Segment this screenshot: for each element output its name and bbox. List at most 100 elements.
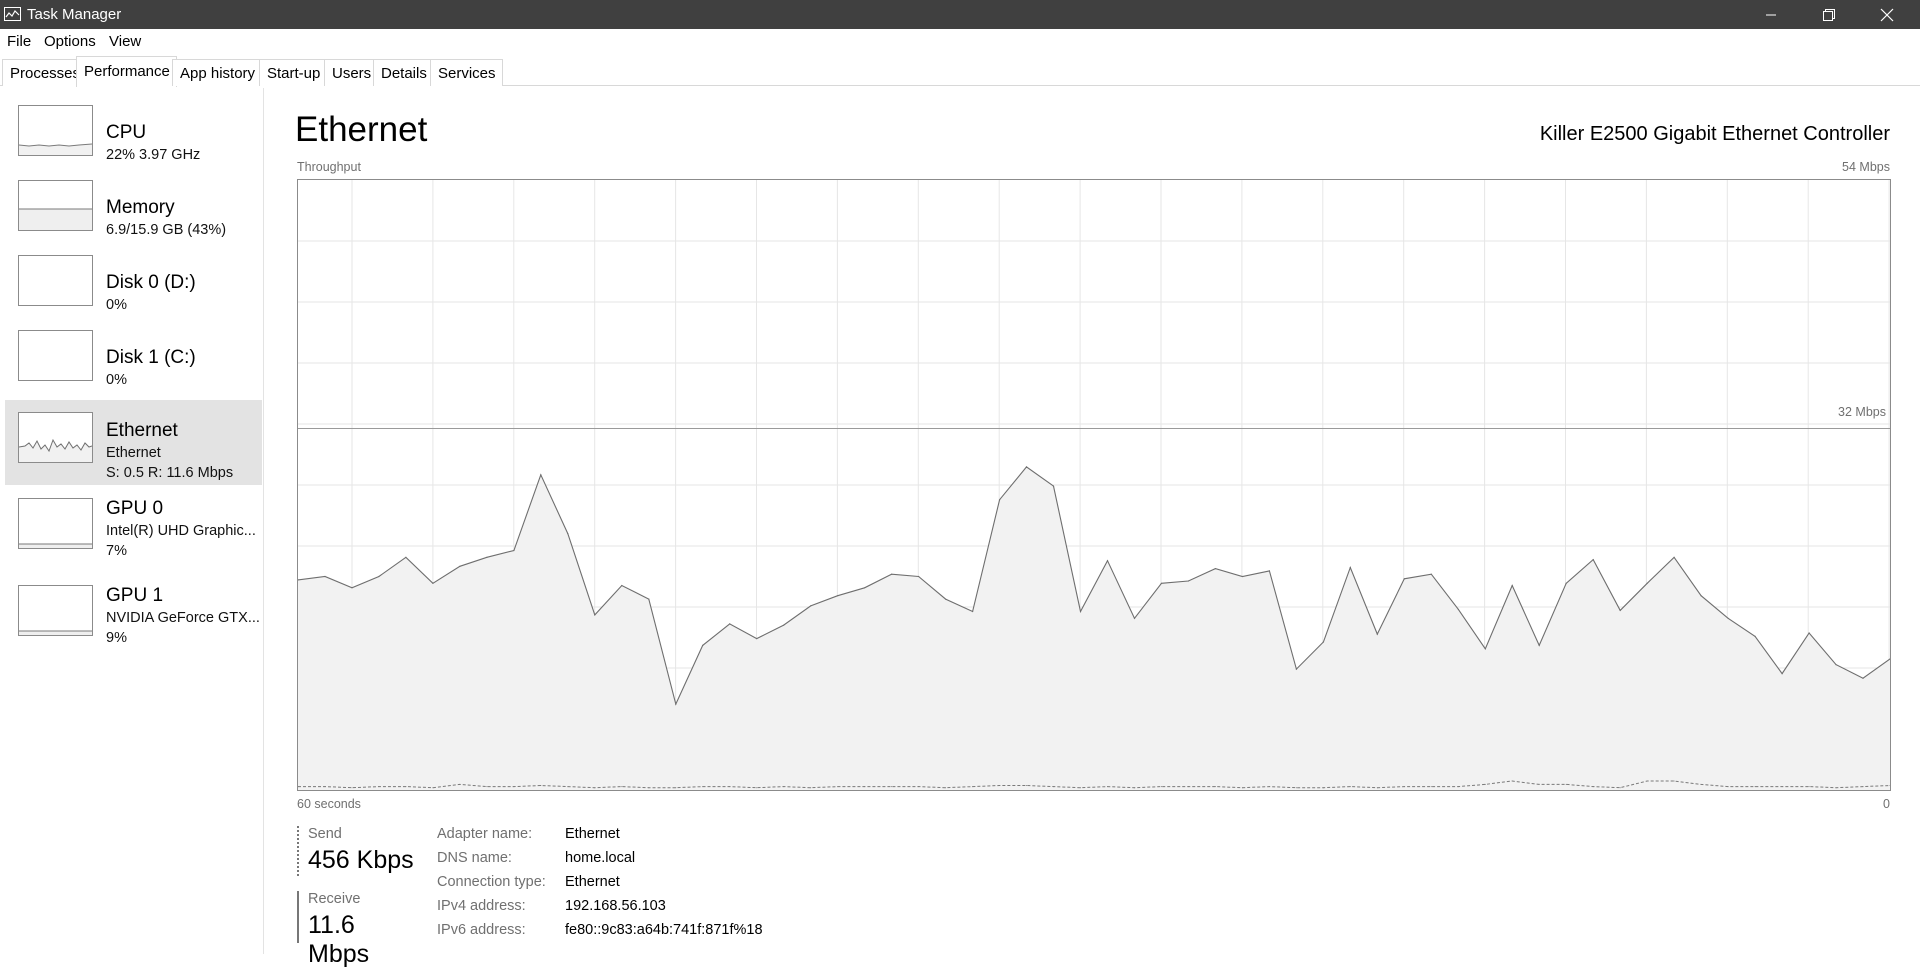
tab-users[interactable]: Users (324, 59, 379, 86)
receive-data-point (1160, 582, 1163, 584)
receive-data-point (864, 587, 866, 589)
disk-0-thumbnail-graph (18, 255, 93, 306)
receive-data-point (540, 474, 542, 476)
send-data-point (1835, 787, 1837, 789)
sidebar-item-cpu[interactable]: CPU 22% 3.97 GHz (5, 99, 262, 184)
receive-data-point (351, 587, 353, 589)
cpu-thumbnail-graph (18, 105, 93, 156)
send-data-point (1026, 785, 1027, 786)
send-data-point (675, 787, 677, 789)
sidebar-item-name: Disk 1 (C:) (106, 347, 196, 368)
send-data-point (378, 786, 380, 788)
tab-start-up[interactable]: Start-up (259, 59, 328, 86)
receive-data-point (1619, 609, 1621, 611)
property-value: 192.168.56.103 (565, 898, 666, 914)
receive-legend-line (297, 891, 299, 943)
property-key: DNS name: (437, 850, 512, 866)
receive-data-point (1025, 466, 1028, 468)
send-data-point (621, 786, 623, 788)
send-data-point (1646, 780, 1648, 782)
send-data-point (1134, 787, 1135, 789)
receive-data-point (783, 624, 785, 626)
receive-data-point (945, 598, 947, 600)
throughput-chart-svg (297, 180, 1891, 790)
receive-data-point (1754, 635, 1756, 637)
sidebar-item-name: GPU 0 (106, 498, 164, 519)
disk-1-thumbnail-graph (18, 330, 93, 381)
receive-data-point (1079, 610, 1082, 613)
sidebar-item-gpu-1[interactable]: GPU 1 NVIDIA GeForce GTX... 9% (5, 575, 262, 660)
send-data-point (1619, 787, 1621, 789)
send-data-point (999, 785, 1001, 786)
receive-data-point (648, 598, 650, 600)
tab-details[interactable]: Details (373, 59, 434, 86)
sidebar-item-gpu-0[interactable]: GPU 0 Intel(R) UHD Graphic... 7% (5, 488, 262, 573)
send-data-point (1080, 787, 1081, 789)
send-data-point (1781, 786, 1783, 788)
receive-data-point (1322, 641, 1324, 643)
property-value: Ethernet (565, 874, 620, 890)
gpu-1-thumbnail-graph (18, 585, 93, 636)
receive-data-point (756, 638, 758, 640)
menu-file[interactable]: File (7, 33, 31, 50)
send-data-point (1241, 787, 1243, 789)
tab-services[interactable]: Services (430, 59, 503, 86)
receive-data-point (1052, 485, 1055, 487)
send-data-point (756, 787, 758, 789)
resource-sidebar: CPU 22% 3.97 GHz Memory 6.9/15.9 GB (43%… (0, 88, 264, 954)
sidebar-item-memory[interactable]: Memory 6.9/15.9 GB (43%) (5, 174, 262, 259)
send-stat: Send 456 Kbps (297, 826, 417, 878)
receive-data-point (1835, 664, 1837, 666)
receive-data-point (1376, 633, 1378, 635)
receive-data-point (1106, 560, 1109, 562)
send-data-point (567, 786, 569, 788)
receive-data-point (1403, 578, 1405, 580)
property-connection-type: Connection type: Ethernet (437, 874, 837, 898)
minimize-button[interactable] (1742, 0, 1800, 29)
property-key: IPv4 address: (437, 898, 526, 914)
receive-data-point (1727, 617, 1729, 619)
send-data-point (702, 786, 704, 788)
send-data-point (1592, 786, 1594, 788)
send-data-point (1538, 783, 1540, 785)
send-data-point (432, 787, 434, 789)
send-data-point (837, 786, 839, 788)
send-data-point (1727, 786, 1729, 788)
sidebar-item-detail: NVIDIA GeForce GTX... (106, 610, 260, 626)
receive-data-point (702, 644, 704, 646)
send-data-point (1754, 786, 1756, 788)
close-icon (1880, 8, 1894, 21)
send-data-point (864, 786, 866, 788)
property-value: home.local (565, 850, 636, 866)
tab-app-history[interactable]: App history (172, 59, 263, 86)
menu-view[interactable]: View (109, 33, 141, 50)
receive-data-point (1808, 632, 1810, 634)
receive-data-point (1673, 556, 1675, 558)
tab-strip: Processes Performance App history Start-… (0, 55, 1920, 87)
send-data-point (729, 786, 731, 788)
sidebar-item-name: Memory (106, 197, 175, 218)
receive-value: 11.6 Mbps (308, 911, 370, 968)
close-button[interactable] (1858, 0, 1916, 29)
tab-performance[interactable]: Performance (76, 56, 177, 87)
tab-processes[interactable]: Processes (2, 59, 88, 86)
zero-label: 0 (1883, 797, 1890, 811)
sidebar-item-ethernet[interactable]: Ethernet Ethernet S: 0.5 R: 11.6 Mbps (5, 400, 262, 485)
receive-data-point (1295, 668, 1297, 670)
receive-data-point (513, 549, 515, 552)
sidebar-item-disk-1[interactable]: Disk 1 (C:) 0% (5, 324, 262, 409)
restore-button[interactable] (1800, 0, 1858, 29)
sidebar-item-usage: 7% (106, 543, 127, 559)
sidebar-item-disk-0[interactable]: Disk 0 (D:) 0% (5, 249, 262, 334)
menu-options[interactable]: Options (44, 33, 96, 50)
title-bar: Task Manager (0, 0, 1920, 29)
send-data-point (1565, 783, 1567, 785)
property-key: Connection type: (437, 874, 546, 890)
property-adapter-name: Adapter name: Ethernet (437, 826, 837, 850)
receive-data-point (675, 703, 677, 705)
send-legend-line (297, 826, 299, 878)
receive-data-point (1214, 568, 1216, 570)
send-data-point (1808, 786, 1810, 788)
receive-data-point (1133, 617, 1136, 619)
sidebar-item-name: Disk 0 (D:) (106, 272, 196, 293)
